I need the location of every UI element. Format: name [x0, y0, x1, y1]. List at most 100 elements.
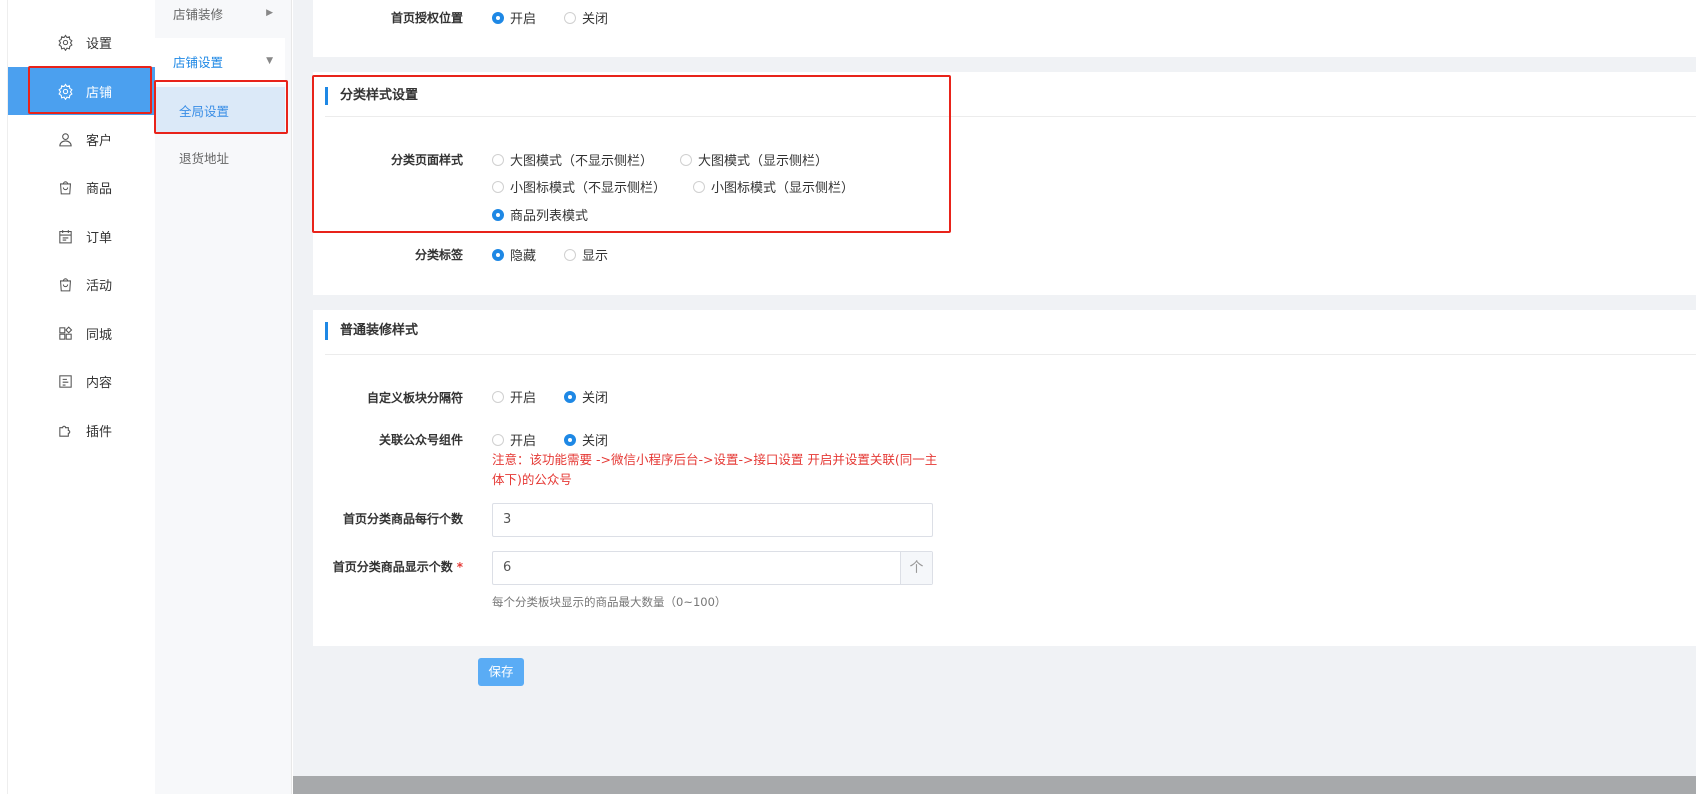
- radio-separator-on[interactable]: 开启: [492, 387, 536, 406]
- radio-official-off[interactable]: 关闭: [564, 430, 608, 449]
- radio-label: 隐藏: [510, 249, 537, 264]
- radio-dot: [564, 248, 576, 261]
- radio-dot: [492, 248, 504, 261]
- radio-large-with-sidebar[interactable]: 大图模式（显示侧栏）: [680, 150, 828, 169]
- official-account-note: 注意：该功能需要 ->微信小程序后台->设置->接口设置 开启并设置关联(同一主…: [492, 452, 938, 487]
- radio-small-icon-no-sidebar[interactable]: 小图标模式（不显示侧栏）: [492, 177, 666, 196]
- sidebar-item-label: 店铺: [86, 85, 113, 101]
- radio-dot: [564, 433, 576, 446]
- homepage-auth-label: 首页授权位置: [390, 11, 463, 25]
- display-count-value: 6: [503, 560, 512, 575]
- radio-dot: [564, 11, 576, 24]
- required-mark: *: [456, 560, 463, 574]
- radio-official-on[interactable]: 开启: [492, 430, 536, 449]
- subnav-shop-decoration[interactable]: 店铺装修 ▶: [155, 0, 285, 36]
- sidebar-item-shop[interactable]: 店铺: [8, 67, 156, 115]
- radio-tag-hide[interactable]: 隐藏: [492, 245, 536, 264]
- divider: [325, 354, 1696, 355]
- sidebar-item-content[interactable]: 内容: [8, 357, 156, 405]
- radio-homepage-auth-on[interactable]: 开启: [492, 8, 536, 27]
- display-count-hint: 每个分类板块显示的商品最大数量（0~100）: [492, 595, 727, 609]
- separator-label: 自定义板块分隔符: [366, 391, 463, 405]
- official-account-label: 关联公众号组件: [378, 433, 463, 447]
- radio-tag-show[interactable]: 显示: [564, 245, 608, 264]
- subnav-global-settings[interactable]: 全局设置: [155, 87, 285, 133]
- document-icon: [56, 372, 74, 390]
- radio-dot: [680, 153, 692, 166]
- radio-dot: [492, 180, 504, 193]
- per-row-label: 首页分类商品每行个数: [342, 512, 463, 526]
- display-count-label: 首页分类商品显示个数 *: [303, 558, 463, 575]
- radio-label: 开启: [510, 391, 537, 406]
- stepper-up-button[interactable]: 个: [900, 552, 932, 584]
- radio-dot: [492, 390, 504, 403]
- sidebar-item-label: 客户: [86, 133, 113, 149]
- sidebar-item-customer[interactable]: 客户: [8, 115, 156, 163]
- display-count-stepper[interactable]: 6 个: [492, 551, 933, 585]
- bag-icon: [56, 275, 74, 293]
- radio-label: 关闭: [582, 434, 609, 449]
- radio-label: 关闭: [582, 391, 609, 406]
- display-count-label-text: 首页分类商品显示个数: [332, 560, 453, 574]
- per-row-input[interactable]: 3: [492, 503, 933, 537]
- decoration-style-card: 普通装修样式 自定义板块分隔符 开启 关闭 关联公众号组件 开启 关闭 注意：该…: [313, 310, 1696, 646]
- user-icon: [56, 130, 74, 148]
- radio-label: 开启: [510, 434, 537, 449]
- sidebar-item-label: 商品: [86, 181, 113, 197]
- section-title-category: 分类样式设置: [325, 87, 418, 105]
- grid-icon: [56, 324, 74, 342]
- shopping-bag-icon: [56, 178, 74, 196]
- sidebar-item-activity[interactable]: 活动: [8, 260, 156, 308]
- radio-large-no-sidebar[interactable]: 大图模式（不显示侧栏）: [492, 150, 653, 169]
- puzzle-icon: [56, 421, 74, 439]
- radio-label: 开启: [510, 12, 537, 27]
- category-page-style-label: 分类页面样式: [390, 153, 463, 167]
- radio-label: 小图标模式（显示侧栏）: [711, 181, 855, 196]
- radio-label: 小图标模式（不显示侧栏）: [510, 181, 667, 196]
- radio-dot: [564, 390, 576, 403]
- sidebar-item-label: 设置: [86, 36, 113, 52]
- radio-dot: [492, 433, 504, 446]
- category-style-card: 分类样式设置 分类页面样式 大图模式（不显示侧栏） 大图模式（显示侧栏） 小图标…: [313, 72, 1696, 295]
- subnav-shop-settings[interactable]: 店铺设置 ▼: [155, 38, 285, 84]
- bottom-scrollbar[interactable]: [293, 776, 1696, 794]
- content-area: 首页授权位置 开启 关闭 分类样式设置 分类页面样式 大图模式（不显示侧栏） 大…: [293, 0, 1696, 794]
- category-tag-label: 分类标签: [414, 248, 463, 262]
- sidebar-item-label: 同城: [86, 327, 113, 343]
- radio-label: 大图模式（显示侧栏）: [698, 154, 829, 169]
- radio-dot: [492, 11, 504, 24]
- subnav-label: 店铺装修: [173, 6, 224, 22]
- sidebar-item-plugins[interactable]: 插件: [8, 406, 156, 454]
- main-sidebar: 设置 店铺 客户 商品 订单 活动 同城 内容 插件: [7, 0, 156, 794]
- radio-label: 显示: [582, 249, 609, 264]
- homepage-auth-card: 首页授权位置 开启 关闭: [313, 0, 1696, 57]
- chevron-down-icon: ▼: [266, 56, 273, 66]
- calendar-icon: [56, 227, 74, 245]
- gear-icon: [56, 82, 74, 100]
- radio-label: 大图模式（不显示侧栏）: [510, 154, 654, 169]
- radio-homepage-auth-off[interactable]: 关闭: [564, 8, 608, 27]
- sidebar-item-label: 订单: [86, 230, 113, 246]
- sidebar-item-label: 内容: [86, 375, 113, 391]
- radio-label: 关闭: [582, 12, 609, 27]
- sidebar-item-settings[interactable]: 设置: [8, 18, 156, 66]
- sidebar-item-goods[interactable]: 商品: [8, 163, 156, 211]
- sub-sidebar: 店铺装修 ▶ 店铺设置 ▼ 全局设置 退货地址: [155, 0, 292, 794]
- subnav-label: 全局设置: [179, 103, 230, 119]
- chevron-right-icon: ▶: [266, 8, 273, 18]
- save-button[interactable]: 保存: [478, 658, 524, 686]
- sidebar-item-orders[interactable]: 订单: [8, 212, 156, 260]
- subnav-label: 退货地址: [179, 150, 230, 166]
- section-title-decoration: 普通装修样式: [325, 322, 418, 340]
- radio-dot: [492, 208, 504, 221]
- radio-goods-list[interactable]: 商品列表模式: [492, 205, 588, 224]
- sidebar-item-label: 活动: [86, 278, 113, 294]
- subnav-return-address[interactable]: 退货地址: [155, 134, 285, 180]
- radio-dot: [492, 153, 504, 166]
- sidebar-item-label: 插件: [86, 424, 113, 440]
- radio-small-icon-with-sidebar[interactable]: 小图标模式（显示侧栏）: [693, 177, 854, 196]
- sidebar-item-local[interactable]: 同城: [8, 309, 156, 357]
- radio-separator-off[interactable]: 关闭: [564, 387, 608, 406]
- subnav-label: 店铺设置: [173, 54, 224, 70]
- radio-label: 商品列表模式: [510, 209, 589, 224]
